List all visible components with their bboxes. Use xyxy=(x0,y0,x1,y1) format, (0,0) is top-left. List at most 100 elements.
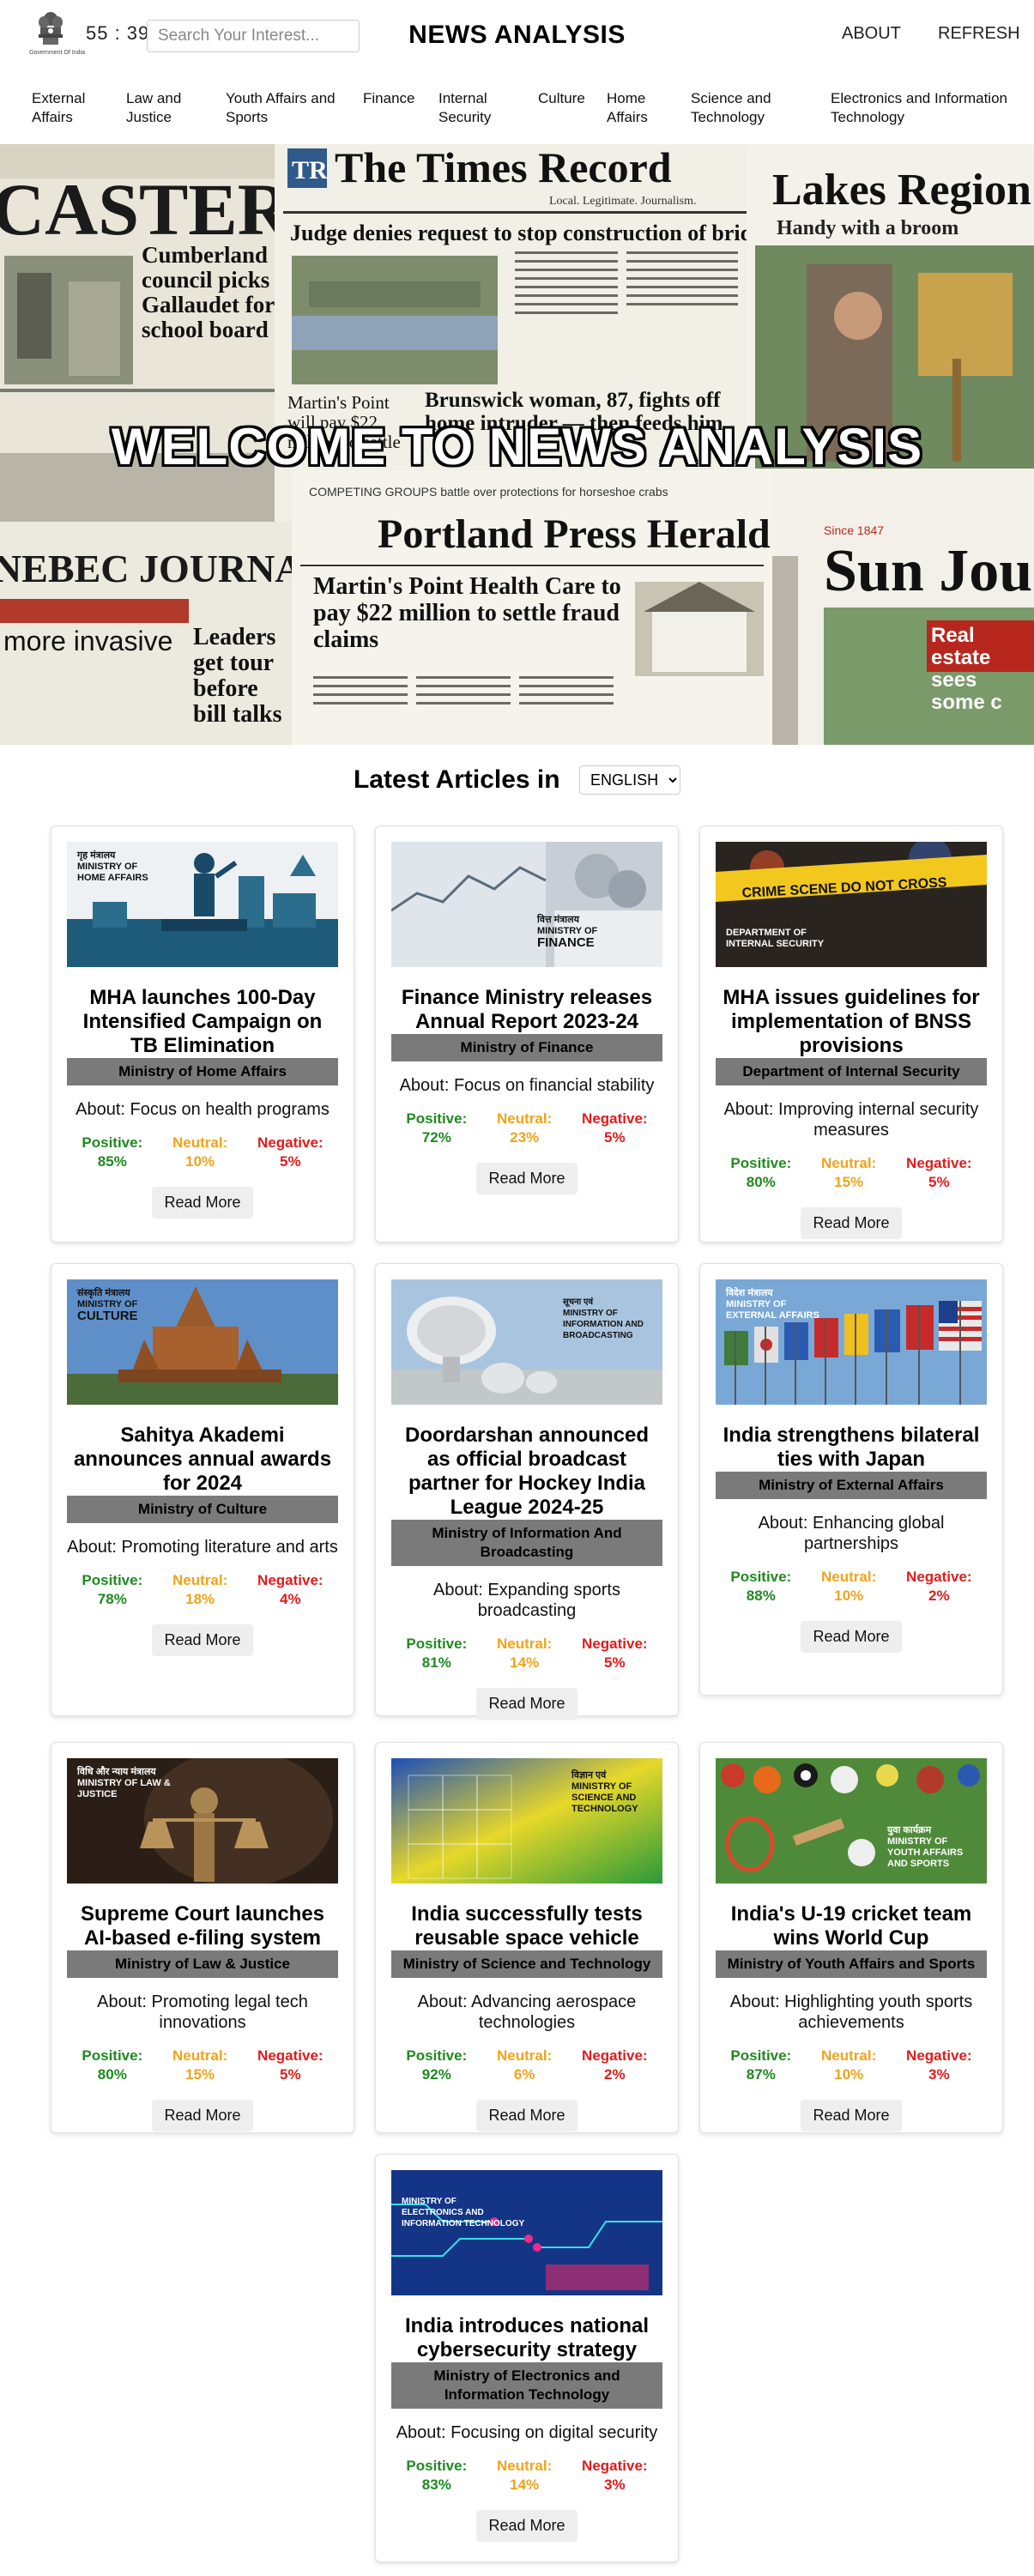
about-link[interactable]: ABOUT xyxy=(842,24,901,44)
articles-grid: गृह मंत्रालय MINISTRY OF HOME AFFAIRS MHA … xyxy=(0,825,1034,2576)
article-image: विज्ञान एवं MINISTRY OF SCIENCE AND TECHNO… xyxy=(391,1758,662,1884)
read-more-button[interactable]: Read More xyxy=(476,2100,577,2132)
caster-masthead: CASTER xyxy=(0,168,292,251)
article-title: Finance Ministry releases Annual Report … xyxy=(401,986,653,1033)
search-input[interactable] xyxy=(147,20,360,52)
article-title: India's U-19 cricket team wins World Cup xyxy=(730,1902,972,1950)
sentiment-scores: Positive: 72% Neutral: 23% Negative: 5% xyxy=(391,1110,662,1147)
negative-score: Negative: 4% xyxy=(257,1572,324,1607)
lion-capital-icon xyxy=(39,12,63,45)
times-record-masthead: The Times Record xyxy=(335,144,672,191)
read-more-button[interactable]: Read More xyxy=(152,1624,253,1656)
sentiment-scores: Positive: 78% Neutral: 18% Negative: 4% xyxy=(67,1571,338,1609)
article-about: About: Focus on health programs xyxy=(76,1100,330,1119)
sun-journal-since: Since 1847 xyxy=(824,523,884,537)
refresh-link[interactable]: REFRESH xyxy=(938,24,1020,44)
sentiment-scores: Positive: 80% Neutral: 15% Negative: 5% xyxy=(716,1154,987,1192)
kennebec-masthead: NEBEC JOURNAL xyxy=(0,547,330,590)
emblem-caption: Government Of India xyxy=(29,50,85,56)
positive-score: Positive: 78% xyxy=(82,1572,143,1607)
sentiment-scores: Positive: 87% Neutral: 10% Negative: 3% xyxy=(716,2047,987,2084)
ministry-badge: Ministry of Home Affairs xyxy=(67,1058,338,1085)
neutral-score: Neutral: 15% xyxy=(821,1155,877,1190)
nav-item-science-tech[interactable]: Science and Technology xyxy=(691,89,802,127)
latest-articles-header: Latest Articles in ENGLISH xyxy=(0,765,1034,803)
article-title: Supreme Court launches AI-based e-filing… xyxy=(80,1902,325,1950)
read-more-button[interactable]: Read More xyxy=(152,1187,253,1218)
finance-image xyxy=(391,842,662,967)
article-title: India strengthens bilateral ties with Ja… xyxy=(723,1424,980,1471)
positive-score: Positive: 83% xyxy=(406,2458,468,2493)
neutral-score: Neutral: 15% xyxy=(172,2047,228,2083)
times-record-headline: Judge denies request to stop constructio… xyxy=(290,221,774,245)
read-more-button[interactable]: Read More xyxy=(476,2510,577,2542)
article-title: India successfully tests reusable space … xyxy=(411,1902,643,1950)
ministry-logo-text: MINISTRY OF ELECTRONICS AND INFORMATION TE… xyxy=(402,2197,525,2228)
article-image: सूचना एवं MINISTRY OF INFORMATION AND BROA… xyxy=(391,1279,662,1405)
national-emblem-logo[interactable]: Government Of India xyxy=(29,9,85,62)
read-more-button[interactable]: Read More xyxy=(801,2100,902,2132)
latest-articles-title: Latest Articles in xyxy=(353,765,560,794)
article-card: वित्त मंत्रालय MINISTRY OF FINANCE Finance… xyxy=(375,825,679,1243)
positive-score: Positive: 80% xyxy=(730,1155,792,1190)
article-title: India introduces national cybersecurity … xyxy=(404,2314,650,2361)
ministry-logo-text: विदेश मंत्रालय MINISTRY OF EXTERNAL AFFAIR… xyxy=(726,1288,819,1321)
negative-score: Negative: 2% xyxy=(582,2047,648,2083)
ministry-badge: Ministry of Science and Technology xyxy=(391,1950,662,1978)
sentiment-scores: Positive: 85% Neutral: 10% Negative: 5% xyxy=(67,1134,338,1171)
nav-item-internal-security[interactable]: Internal Security xyxy=(438,89,507,127)
ministry-badge: Ministry of Finance xyxy=(391,1034,662,1061)
article-image: MINISTRY OF ELECTRONICS AND INFORMATION TE… xyxy=(391,2170,662,2295)
article-card: विदेश मंत्रालय MINISTRY OF EXTERNAL AFFAIR… xyxy=(699,1263,1003,1696)
positive-score: Positive: 92% xyxy=(406,2047,468,2083)
article-about: About: Focusing on digital security xyxy=(396,2423,658,2442)
positive-score: Positive: 87% xyxy=(730,2047,792,2083)
nav-item-culture[interactable]: Culture xyxy=(538,89,585,108)
read-more-button[interactable]: Read More xyxy=(152,2100,253,2132)
times-record-tagline: Local. Legitimate. Journalism. xyxy=(549,195,696,208)
sentiment-scores: Positive: 83% Neutral: 14% Negative: 3% xyxy=(391,2457,662,2494)
read-more-button[interactable]: Read More xyxy=(801,1621,902,1653)
negative-score: Negative: 5% xyxy=(257,2047,324,2083)
nav-item-external-affairs[interactable]: External Affairs xyxy=(32,89,109,127)
negative-score: Negative: 3% xyxy=(582,2458,648,2493)
read-more-button[interactable]: Read More xyxy=(476,1688,577,1720)
article-about: About: Focus on financial stability xyxy=(399,1076,655,1095)
hero-title: WELCOME TO NEWS ANALYSIS xyxy=(111,418,923,475)
article-image: विधि और न्याय मंत्रालय MINISTRY OF LAW & J… xyxy=(67,1758,338,1884)
ministry-badge: Ministry of Culture xyxy=(67,1496,338,1523)
ministry-logo-text: गृह मंत्रालय MINISTRY OF HOME AFFAIRS xyxy=(77,850,148,883)
neutral-score: Neutral: 10% xyxy=(821,2047,877,2083)
article-title: Doordarshan announced as official broadc… xyxy=(404,1424,650,1519)
article-card: CRIME SCENE DO NOT CROSS DEPARTMENT OF IN… xyxy=(699,825,1003,1243)
nav-item-electronics-it[interactable]: Electronics and Information Technology xyxy=(831,89,1024,127)
negative-score: Negative: 2% xyxy=(906,1569,972,1604)
read-more-button[interactable]: Read More xyxy=(801,1207,902,1239)
read-more-button[interactable]: Read More xyxy=(476,1163,577,1194)
header: Government Of India 55 : 39 NEWS ANALYSI… xyxy=(0,0,1034,77)
portland-headline: Martin's Point Health Care to pay $22 mi… xyxy=(313,573,621,653)
article-image: विदेश मंत्रालय MINISTRY OF EXTERNAL AFFAIR… xyxy=(716,1279,987,1405)
ministry-logo-text: संस्कृति मंत्रालय MINISTRY OF CULTURE xyxy=(77,1288,138,1323)
positive-score: Positive: 85% xyxy=(82,1134,143,1170)
article-card: सूचना एवं MINISTRY OF INFORMATION AND BROA… xyxy=(375,1263,679,1720)
negative-score: Negative: 5% xyxy=(906,1155,972,1190)
ministry-logo-text: वित्त मंत्रालय MINISTRY OF FINANCE xyxy=(537,915,598,950)
nav-item-youth-affairs[interactable]: Youth Affairs and Sports xyxy=(226,89,350,127)
language-select[interactable]: ENGLISH xyxy=(579,765,681,795)
nav-item-home-affairs[interactable]: Home Affairs xyxy=(607,89,658,127)
ministry-logo-text: युवा कार्यक्रम MINISTRY OF YOUTH AFFAIRS A… xyxy=(887,1825,964,1869)
ministry-logo-text: विज्ञान एवं MINISTRY OF SCIENCE AND TECHNO… xyxy=(571,1770,638,1814)
electronics-it-image xyxy=(391,2170,662,2295)
neutral-score: Neutral: 14% xyxy=(497,1636,553,1671)
article-image: गृह मंत्रालय MINISTRY OF HOME AFFAIRS xyxy=(67,842,338,967)
portland-masthead: Portland Press Herald xyxy=(378,511,771,557)
lakes-region-masthead: Lakes Region xyxy=(772,166,1031,215)
sentiment-scores: Positive: 92% Neutral: 6% Negative: 2% xyxy=(391,2047,662,2084)
lakes-region-subhead: Handy with a broom xyxy=(777,217,958,239)
article-card: संस्कृति मंत्रालय MINISTRY OF CULTURE Sahi… xyxy=(51,1263,354,1716)
nav-item-finance[interactable]: Finance xyxy=(363,89,414,108)
positive-score: Positive: 88% xyxy=(730,1569,792,1604)
article-about: About: Improving internal security measu… xyxy=(723,1100,979,1140)
nav-item-law-and-justice[interactable]: Law and Justice xyxy=(126,89,195,127)
